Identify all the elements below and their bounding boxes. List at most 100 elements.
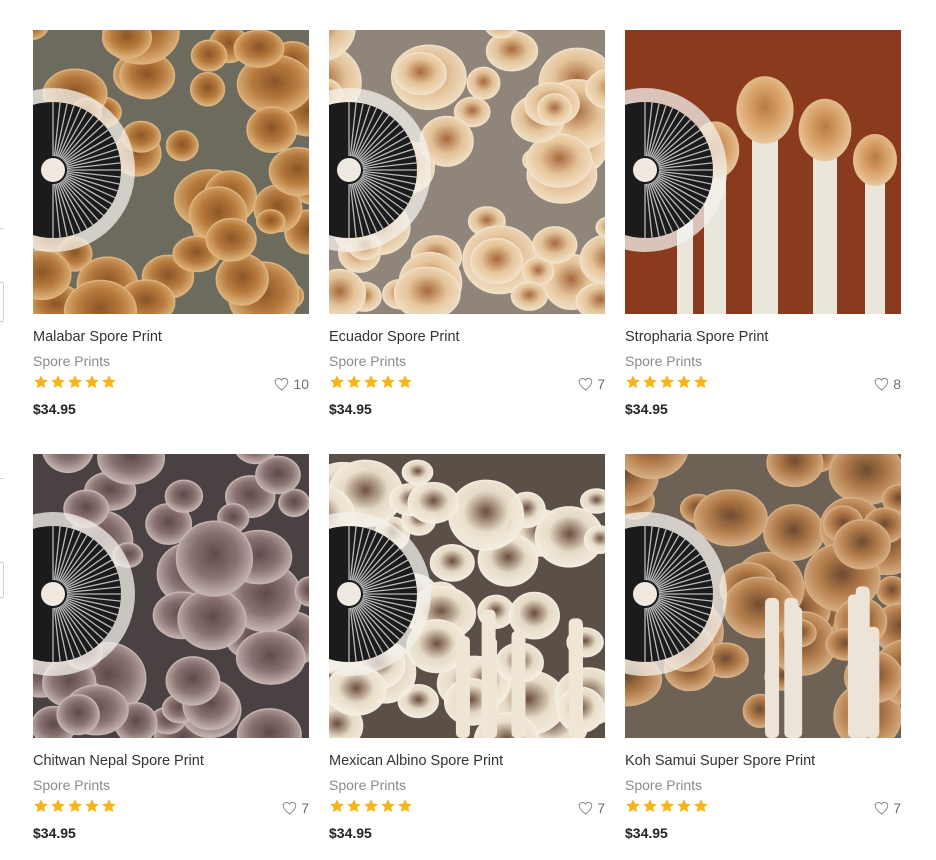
wishlist[interactable]: 7	[578, 800, 605, 816]
heart-icon[interactable]	[578, 801, 593, 815]
star-icon	[660, 375, 674, 389]
product-price: $34.95	[33, 825, 76, 841]
star-icon	[102, 375, 116, 389]
star-icon	[330, 375, 344, 389]
like-count: 7	[301, 800, 309, 816]
product-card: Ecuador Spore Print Spore Prints 7 $34.9…	[329, 30, 605, 418]
product-image[interactable]	[33, 454, 309, 738]
star-icon	[364, 799, 378, 813]
star-icon	[381, 375, 395, 389]
star-icon	[347, 375, 361, 389]
product-title[interactable]: Chitwan Nepal Spore Print	[33, 752, 309, 770]
heart-icon[interactable]	[874, 801, 889, 815]
product-image[interactable]	[625, 454, 901, 738]
product-card: Mexican Albino Spore Print Spore Prints …	[329, 454, 605, 842]
product-grid: Malabar Spore Print Spore Prints 10 $34.…	[33, 30, 901, 842]
star-icon	[626, 799, 640, 813]
wishlist[interactable]: 7	[578, 376, 605, 392]
star-icon	[34, 375, 48, 389]
product-card: Malabar Spore Print Spore Prints 10 $34.…	[33, 30, 309, 418]
product-price: $34.95	[625, 401, 668, 417]
product-card: Stropharia Spore Print Spore Prints 8 $3…	[625, 30, 901, 418]
heart-icon[interactable]	[578, 377, 593, 391]
wishlist[interactable]: 8	[874, 376, 901, 392]
star-icon	[398, 375, 412, 389]
product-card: Chitwan Nepal Spore Print Spore Prints 7…	[33, 454, 309, 842]
rating-stars	[329, 798, 413, 814]
mushroom-photo	[625, 30, 901, 314]
star-icon	[51, 375, 65, 389]
star-icon	[68, 799, 82, 813]
rating-stars	[625, 374, 709, 390]
star-icon	[330, 799, 344, 813]
star-icon	[347, 799, 361, 813]
product-image[interactable]	[329, 30, 605, 314]
star-icon	[102, 799, 116, 813]
product-meta-row: 10	[33, 373, 309, 392]
rating-stars	[33, 798, 117, 814]
product-category: Spore Prints	[625, 777, 703, 793]
product-grid-page: Malabar Spore Print Spore Prints 10 $34.…	[0, 0, 936, 860]
heart-icon[interactable]	[282, 801, 297, 815]
product-price: $34.95	[33, 401, 76, 417]
heart-icon[interactable]	[874, 377, 889, 391]
sidebar-edge-divider	[0, 228, 4, 229]
product-meta-row: 8	[625, 373, 901, 392]
product-category: Spore Prints	[33, 353, 111, 369]
product-category: Spore Prints	[329, 777, 407, 793]
product-category: Spore Prints	[625, 353, 703, 369]
product-title[interactable]: Mexican Albino Spore Print	[329, 752, 605, 770]
wishlist[interactable]: 10	[274, 376, 309, 392]
product-meta-row: 7	[33, 797, 309, 816]
like-count: 8	[893, 376, 901, 392]
like-count: 7	[893, 800, 901, 816]
product-price: $34.95	[625, 825, 668, 841]
mushroom-photo	[33, 30, 309, 314]
mushroom-photo	[329, 454, 605, 738]
product-price: $34.95	[329, 825, 372, 841]
product-card: Koh Samui Super Spore Print Spore Prints…	[625, 454, 901, 842]
rating-stars	[329, 374, 413, 390]
star-icon	[34, 799, 48, 813]
like-count: 7	[597, 376, 605, 392]
star-icon	[68, 375, 82, 389]
star-icon	[85, 799, 99, 813]
sidebar-edge-input[interactable]	[0, 282, 4, 322]
wishlist[interactable]: 7	[874, 800, 901, 816]
mushroom-photo	[625, 454, 901, 738]
star-icon	[364, 375, 378, 389]
sidebar-edge-button[interactable]	[0, 562, 4, 598]
heart-icon[interactable]	[274, 377, 289, 391]
star-icon	[677, 375, 691, 389]
star-icon	[694, 799, 708, 813]
product-meta-row: 7	[329, 373, 605, 392]
mushroom-photo	[33, 454, 309, 738]
sidebar-edge-divider	[0, 478, 4, 479]
like-count: 10	[293, 376, 309, 392]
product-title[interactable]: Malabar Spore Print	[33, 328, 309, 346]
star-icon	[51, 799, 65, 813]
product-category: Spore Prints	[329, 353, 407, 369]
product-meta-row: 7	[329, 797, 605, 816]
wishlist[interactable]: 7	[282, 800, 309, 816]
star-icon	[643, 375, 657, 389]
product-meta-row: 7	[625, 797, 901, 816]
product-image[interactable]	[625, 30, 901, 314]
star-icon	[694, 375, 708, 389]
product-image[interactable]	[329, 454, 605, 738]
star-icon	[398, 799, 412, 813]
product-category: Spore Prints	[33, 777, 111, 793]
star-icon	[381, 799, 395, 813]
star-icon	[626, 375, 640, 389]
rating-stars	[33, 374, 117, 390]
star-icon	[643, 799, 657, 813]
star-icon	[85, 375, 99, 389]
rating-stars	[625, 798, 709, 814]
product-title[interactable]: Koh Samui Super Spore Print	[625, 752, 901, 770]
product-title[interactable]: Ecuador Spore Print	[329, 328, 605, 346]
mushroom-photo	[329, 30, 605, 314]
product-image[interactable]	[33, 30, 309, 314]
like-count: 7	[597, 800, 605, 816]
product-title[interactable]: Stropharia Spore Print	[625, 328, 901, 346]
star-icon	[677, 799, 691, 813]
